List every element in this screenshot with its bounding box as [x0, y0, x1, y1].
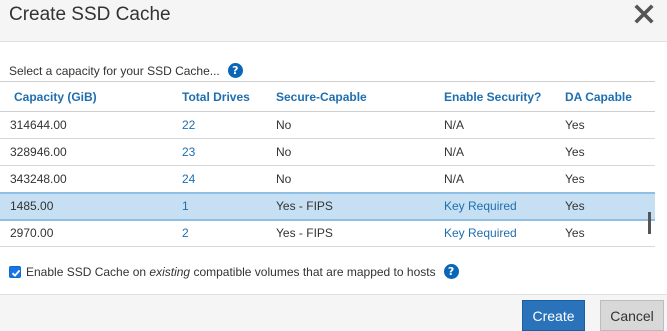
da-capable-cell: Yes [551, 138, 655, 166]
total-drives-link[interactable]: 24 [168, 165, 262, 193]
label-text: compatible volumes that are mapped to ho… [190, 264, 436, 279]
table-row[interactable]: 343248.00 24 No N/A Yes [0, 165, 655, 193]
enable-security-cell: N/A [430, 138, 551, 166]
key-required-link[interactable]: Key Required [430, 219, 551, 247]
secure-capable-cell: No [262, 111, 430, 139]
total-drives-link[interactable]: 22 [168, 111, 262, 139]
column-header-total-drives[interactable]: Total Drives [168, 81, 262, 112]
dialog-header: Create SSD Cache [0, 0, 667, 42]
capacity-prompt: Select a capacity for your SSD Cache... … [9, 63, 243, 78]
table-row[interactable]: 314644.00 22 No N/A Yes [0, 111, 655, 139]
da-capable-cell: Yes [551, 165, 655, 193]
enable-existing-volumes-checkbox[interactable] [9, 265, 21, 278]
key-required-link[interactable]: Key Required [430, 191, 551, 221]
total-drives-link[interactable]: 23 [168, 138, 262, 166]
capacity-table: Capacity (GiB) Total Drives Secure-Capab… [0, 81, 655, 249]
secure-capable-cell: Yes - FIPS [262, 191, 430, 221]
capacity-cell: 1485.00 [0, 191, 168, 221]
prompt-text: Select a capacity for your SSD Cache... [9, 63, 220, 78]
create-button[interactable]: Create [522, 300, 585, 331]
checkmark-icon [11, 269, 21, 277]
total-drives-link[interactable]: 1 [168, 191, 262, 221]
da-capable-cell: Yes [551, 219, 655, 247]
table-row-selected[interactable]: 1485.00 1 Yes - FIPS Key Required Yes [0, 191, 655, 221]
cancel-button[interactable]: Cancel [600, 300, 664, 331]
label-text: Enable SSD Cache on [26, 264, 150, 279]
label-emphasis: existing [149, 264, 191, 279]
total-drives-link[interactable]: 2 [168, 219, 262, 247]
secure-capable-cell: Yes - FIPS [262, 219, 430, 247]
column-header-capacity[interactable]: Capacity (GiB) [0, 81, 168, 112]
da-capable-cell: Yes [551, 111, 655, 139]
capacity-cell: 2970.00 [0, 219, 168, 247]
enable-security-cell: N/A [430, 165, 551, 193]
column-header-da-capable[interactable]: DA Capable [551, 81, 655, 112]
help-icon[interactable]: ? [227, 63, 243, 78]
secure-capable-cell: No [262, 165, 430, 193]
capacity-cell: 328946.00 [0, 138, 168, 166]
capacity-cell: 314644.00 [0, 111, 168, 139]
secure-capable-cell: No [262, 138, 430, 166]
help-icon[interactable]: ? [443, 264, 459, 279]
scrollbar-thumb[interactable] [648, 212, 651, 234]
table-row[interactable]: 328946.00 23 No N/A Yes [0, 138, 655, 166]
table-row[interactable]: 2970.00 2 Yes - FIPS Key Required Yes [0, 219, 655, 247]
capacity-cell: 343248.00 [0, 165, 168, 193]
da-capable-cell: Yes [551, 191, 655, 221]
column-header-enable-security[interactable]: Enable Security? [430, 81, 551, 112]
column-header-secure-capable[interactable]: Secure-Capable [262, 81, 430, 112]
table-header-row: Capacity (GiB) Total Drives Secure-Capab… [0, 81, 655, 112]
enable-existing-volumes-label: Enable SSD Cache on existing compatible … [26, 265, 436, 279]
enable-security-cell: N/A [430, 111, 551, 139]
close-icon[interactable] [632, 2, 656, 26]
enable-existing-volumes-option[interactable]: Enable SSD Cache on existing compatible … [9, 264, 459, 279]
dialog-title: Create SSD Cache [9, 4, 171, 25]
